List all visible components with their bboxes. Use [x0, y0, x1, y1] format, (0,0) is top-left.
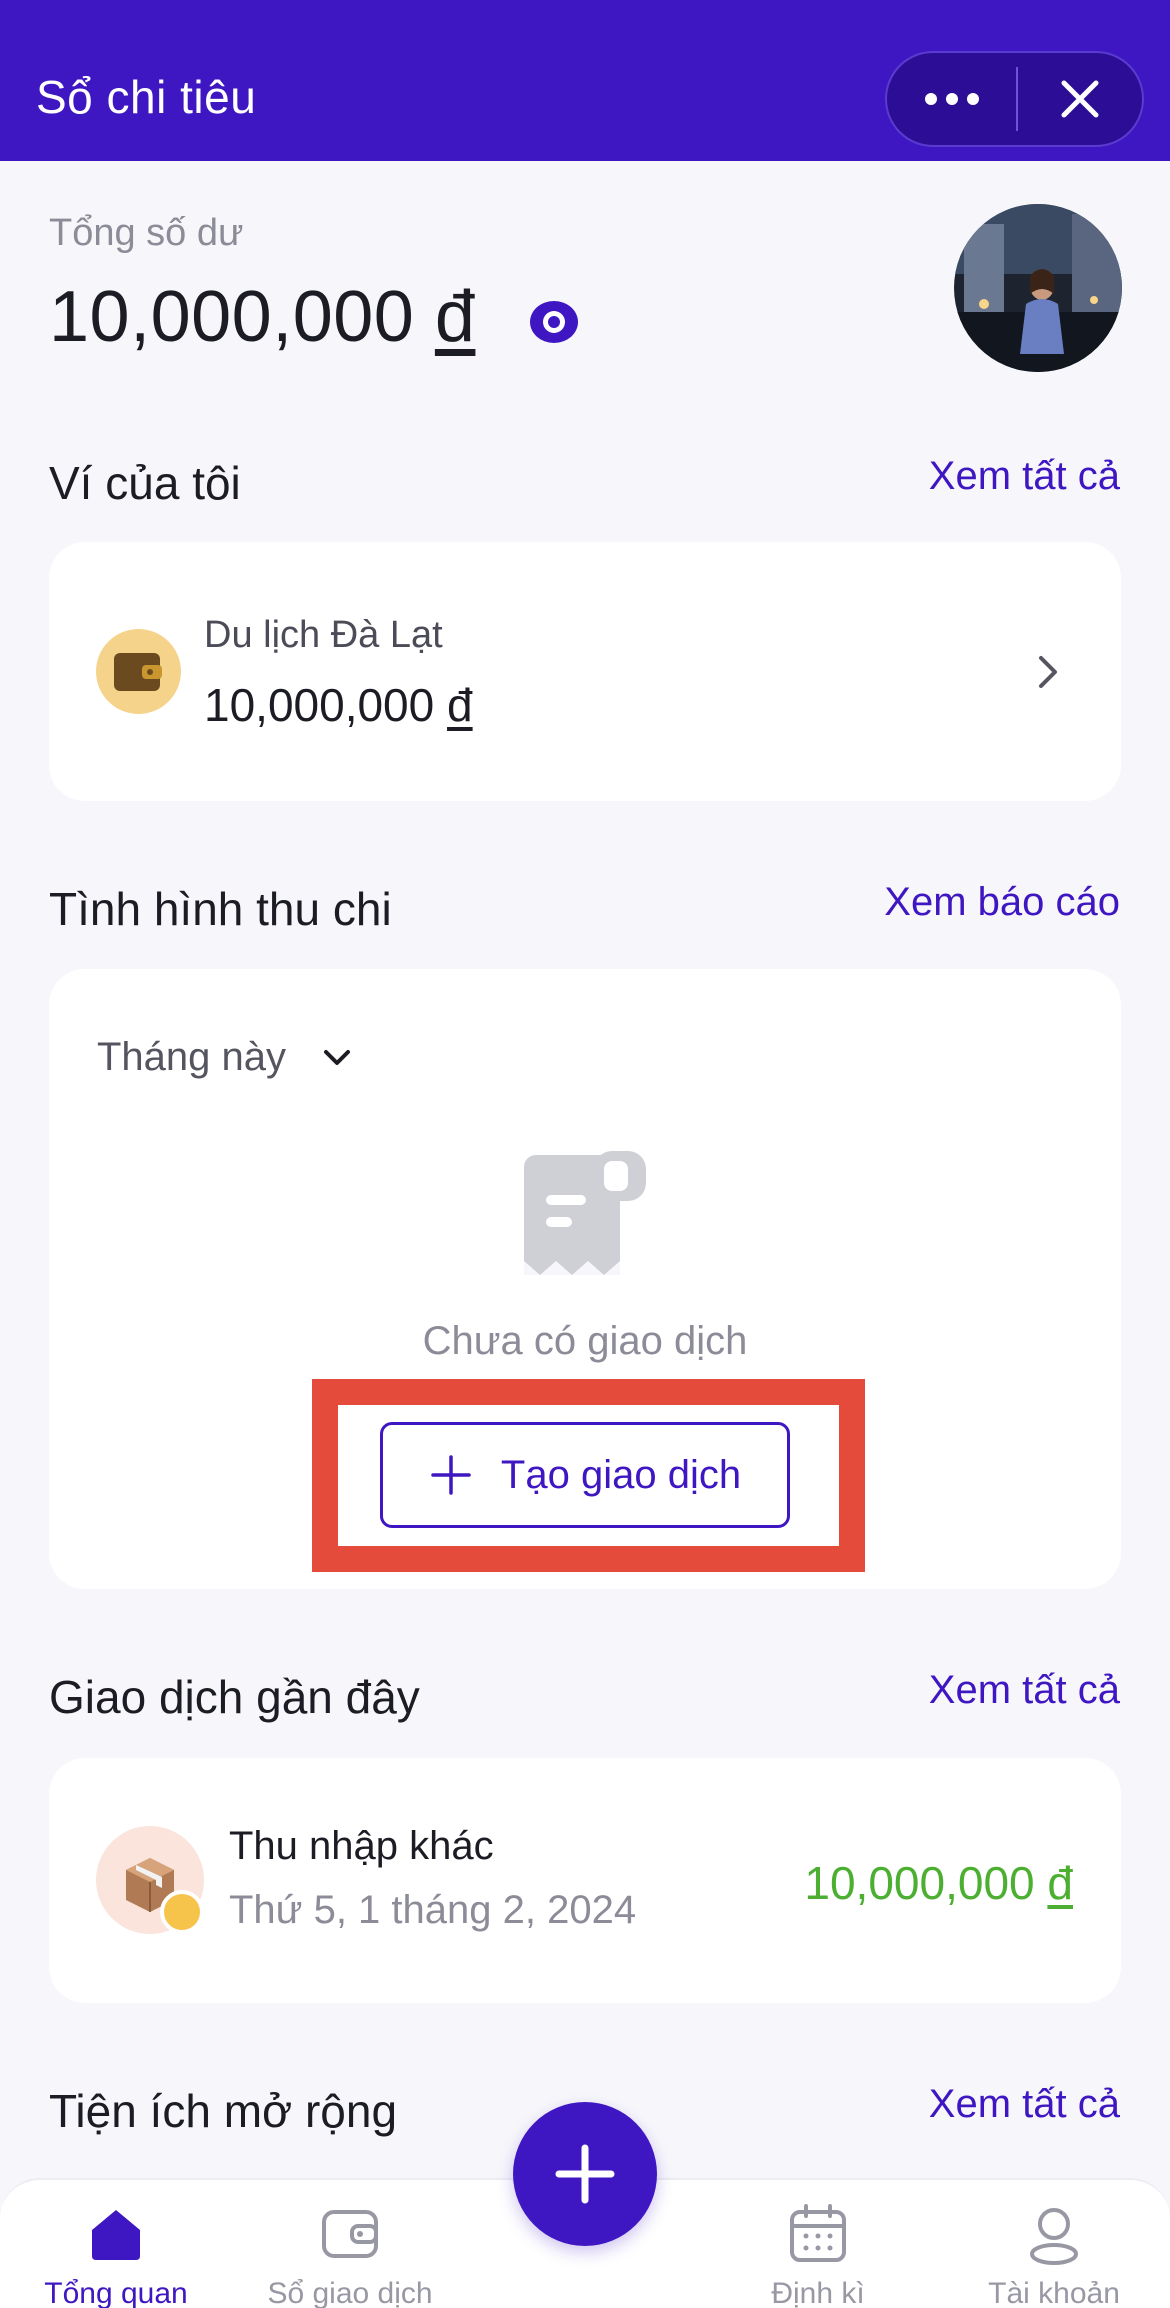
add-button[interactable] [513, 2102, 657, 2246]
close-button[interactable] [1018, 53, 1142, 145]
eye-icon[interactable] [528, 296, 580, 348]
wallet-icon [96, 629, 181, 714]
nav-label-recurring: Định kì [771, 2277, 865, 2308]
chevron-right-icon [1039, 656, 1057, 688]
receipt-icon [524, 1151, 646, 1275]
nav-label-account: Tài khoản [988, 2277, 1120, 2308]
nav-item-account[interactable]: Tài khoản [944, 2202, 1164, 2308]
more-dots-icon [924, 93, 979, 105]
wallet-icon [322, 2210, 378, 2258]
wallet-name: Du lịch Đà Lạt [204, 614, 443, 656]
period-label: Tháng này [97, 1035, 287, 1079]
recent-title: Giao dịch gần đây [49, 1671, 420, 1723]
balance-label: Tổng số dư [49, 212, 244, 254]
transaction-amount-value: 10,000,000 [804, 1857, 1035, 1909]
wallets-title: Ví của tôi [49, 457, 241, 509]
balance-amount: 10,000,000 đ [49, 276, 475, 358]
wallets-view-all-link[interactable]: Xem tất cả [929, 454, 1120, 499]
nav-label-overview: Tổng quan [44, 2277, 188, 2308]
close-icon [1061, 80, 1099, 118]
cashflow-title: Tình hình thu chi [49, 883, 392, 935]
transaction-amount: 10,000,000 đ [804, 1856, 1073, 1910]
create-transaction-button[interactable]: Tạo giao dịch [380, 1422, 790, 1528]
user-icon [1030, 2208, 1078, 2265]
nav-item-transactions[interactable]: Sổ giao dịch [240, 2202, 460, 2308]
wallet-currency: đ [447, 679, 473, 731]
plus-icon [431, 1455, 471, 1495]
transaction-currency: đ [1047, 1857, 1073, 1909]
nav-item-recurring[interactable]: Định kì [708, 2202, 928, 2308]
transaction-card[interactable]: Thu nhập khác Thứ 5, 1 tháng 2, 2024 10,… [49, 1758, 1121, 2003]
cashflow-card: Tháng này Chưa có giao dịch Tạo giao dịc… [49, 969, 1121, 1589]
wallet-amount: 10,000,000 đ [204, 678, 473, 732]
plus-icon [555, 2144, 615, 2204]
nav-item-overview[interactable]: Tổng quan [6, 2202, 226, 2308]
app-header: Sổ chi tiêu [0, 0, 1170, 161]
more-button[interactable] [887, 53, 1016, 145]
extensions-title: Tiện ích mở rộng [49, 2085, 398, 2137]
calendar-icon [790, 2204, 846, 2262]
wallet-badge-icon [160, 1890, 204, 1934]
view-report-link[interactable]: Xem báo cáo [884, 880, 1120, 925]
period-dropdown[interactable]: Tháng này [97, 1035, 352, 1080]
currency-symbol: đ [434, 277, 476, 357]
header-actions [885, 51, 1144, 147]
create-transaction-label: Tạo giao dịch [500, 1452, 742, 1497]
home-icon [92, 2210, 140, 2260]
wallet-amount-value: 10,000,000 [204, 679, 435, 731]
wallet-card[interactable]: Du lịch Đà Lạt 10,000,000 đ [49, 542, 1121, 801]
recent-view-all-link[interactable]: Xem tất cả [929, 1668, 1120, 1713]
balance-value: 10,000,000 [49, 277, 415, 357]
transaction-date: Thứ 5, 1 tháng 2, 2024 [229, 1888, 637, 1932]
avatar[interactable] [954, 204, 1122, 372]
app-title: Sổ chi tiêu [36, 71, 257, 123]
nav-label-transactions: Sổ giao dịch [267, 2277, 433, 2308]
empty-state-text: Chưa có giao dịch [422, 1319, 748, 1363]
chevron-down-icon [324, 1049, 351, 1065]
extensions-view-all-link[interactable]: Xem tất cả [929, 2082, 1120, 2127]
transaction-name: Thu nhập khác [229, 1824, 494, 1868]
